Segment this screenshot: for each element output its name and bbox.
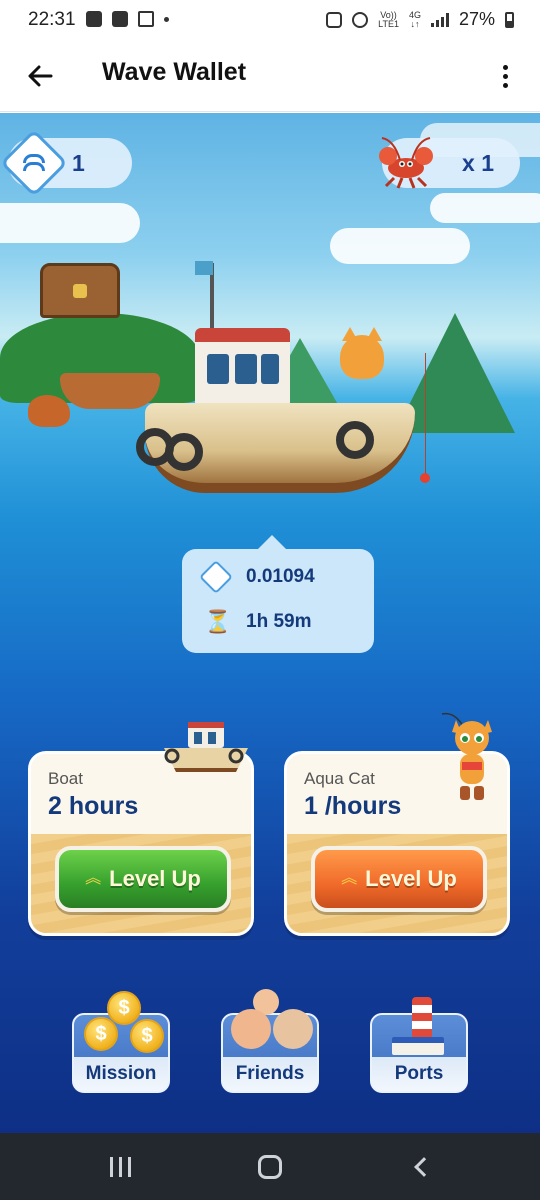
status-bar: 22:31 Vo)) LTE1 4G ↓↑ 27% (0, 0, 540, 40)
hourglass-icon: ⏳ (204, 609, 232, 634)
aqua-cat-character (340, 327, 384, 379)
coins-icon: $ $ $ (74, 987, 172, 1057)
boat-level-up-button[interactable]: ︽ Level Up (55, 846, 231, 912)
boat-tire (336, 421, 374, 459)
status-time: 22:31 (28, 9, 76, 30)
boat-card-value: 2 hours (48, 792, 139, 820)
mining-amount: 0.01094 (246, 566, 315, 587)
fishing-line (425, 353, 426, 481)
more-notifications-icon (164, 16, 169, 22)
boat-upgrade-card: Boat 2 hours ︽ Level Up (28, 751, 254, 936)
volte-icon: Vo)) LTE1 (378, 9, 399, 29)
cloud-decoration (330, 228, 470, 264)
gallery-notification-icon (112, 11, 128, 27)
status-right-icons: Vo)) LTE1 4G ↓↑ 27% (326, 9, 514, 30)
page-title: Wave Wallet (102, 58, 247, 86)
more-options-button[interactable] (490, 58, 520, 94)
recent-apps-button[interactable] (100, 1151, 140, 1183)
nav-mission-label: Mission (85, 1063, 157, 1084)
message-notification-icon (86, 11, 102, 27)
wave-balance-pill: 1 (0, 129, 132, 197)
boat-tire (165, 433, 203, 471)
mining-time-left: 1h 59m (246, 611, 312, 632)
home-button[interactable] (250, 1151, 290, 1183)
network-type-icon: 4G ↓↑ (408, 9, 421, 29)
signal-icon (430, 12, 449, 27)
wave-count: 1 (72, 149, 85, 176)
double-chevron-up-icon: ︽ (85, 870, 102, 887)
nav-mission[interactable]: $ $ $ Mission (72, 991, 170, 1093)
system-nav-bar (0, 1133, 540, 1200)
treasure-chest-icon[interactable] (40, 263, 120, 318)
nav-ports[interactable]: Ports (370, 997, 468, 1093)
wave-token-icon (0, 129, 68, 197)
game-scene: 1 x 1 0.01094 ⏳ 1h 59m Boat 2 hours ︽ Le… (0, 113, 540, 1133)
aqua-cat-thumbnail-icon (441, 712, 492, 800)
lobster-count: x 1 (462, 149, 494, 176)
battery-percent: 27% (458, 9, 495, 29)
alarm-icon (352, 11, 369, 28)
lobster-balance-pill: x 1 (379, 137, 520, 189)
boat-flag (195, 261, 213, 275)
cloud-decoration (430, 193, 540, 223)
cat-level-up-button[interactable]: ︽ Level Up (311, 846, 487, 912)
boat-thumbnail-icon (164, 722, 248, 772)
nav-friends[interactable]: Friends (221, 989, 319, 1093)
chevron-left-icon (414, 1157, 434, 1177)
lobster-icon (379, 137, 433, 189)
telegram-notification-icon (138, 11, 154, 27)
recent-apps-icon (109, 1157, 131, 1177)
cat-card-value: 1 /hours (304, 792, 402, 820)
cloud-decoration (0, 203, 140, 243)
home-icon (258, 1155, 282, 1179)
mining-amount-row: 0.01094 (199, 560, 315, 594)
lighthouse-icon (372, 997, 470, 1061)
fishing-bobber (420, 473, 430, 483)
notification-icons (86, 11, 169, 27)
small-boat-decoration (60, 373, 160, 409)
back-button[interactable] (22, 58, 58, 94)
boat-card-label: Boat (48, 769, 83, 788)
battery-saver-icon (326, 11, 343, 28)
wave-token-icon (199, 560, 233, 594)
friends-icon (223, 989, 321, 1059)
boat-cabin (195, 328, 290, 408)
more-vert-icon (502, 64, 508, 70)
rock-decoration (28, 395, 70, 427)
nav-ports-label: Ports (394, 1063, 444, 1084)
mining-time-row: ⏳ 1h 59m (204, 609, 311, 635)
battery-icon (505, 11, 514, 28)
mining-info-popup: 0.01094 ⏳ 1h 59m (182, 535, 374, 653)
system-back-button[interactable] (404, 1151, 444, 1183)
nav-friends-label: Friends (235, 1063, 305, 1084)
double-chevron-up-icon: ︽ (341, 870, 358, 887)
cat-card-label: Aqua Cat (304, 769, 375, 788)
arrow-left-icon (28, 65, 53, 87)
app-bar: Wave Wallet (0, 40, 540, 112)
